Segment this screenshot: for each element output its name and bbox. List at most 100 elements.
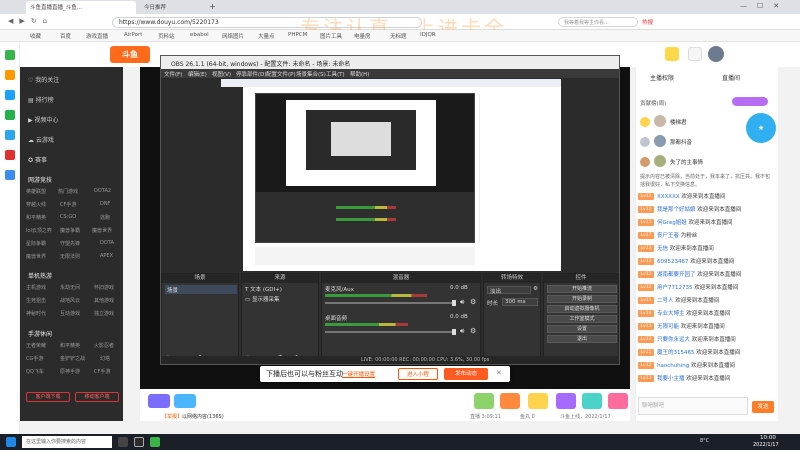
task-icon[interactable] [665, 47, 679, 61]
category-link[interactable]: 逃跑 [100, 214, 110, 221]
bookmark-item[interactable]: 无标题 [390, 32, 407, 40]
top-user-name[interactable]: 那都抖音 [670, 138, 692, 146]
source-item[interactable]: ▭ 显示器采集 [245, 295, 279, 303]
bookmark-item[interactable]: ebabol [190, 32, 209, 38]
chat-username[interactable]: 用户7712735 [657, 285, 693, 291]
enter-mini-program-button[interactable]: 进入小程 [398, 368, 438, 380]
rank-badge[interactable] [732, 97, 768, 106]
browser-icon[interactable] [150, 437, 160, 447]
category-link[interactable]: DOTA2 [94, 188, 111, 194]
volume-slider-knob[interactable] [452, 300, 456, 306]
category-link[interactable]: 其他游戏 [94, 297, 114, 304]
duration-input[interactable]: 300 ms [502, 298, 538, 306]
category-link[interactable]: CG手游 [26, 355, 43, 362]
chat-username[interactable]: 我要小主播 [657, 376, 685, 382]
category-link[interactable]: 永劫无间 [60, 284, 80, 291]
toast-setting-link[interactable]: 一键开播设置 [342, 370, 375, 378]
bookmark-item[interactable]: 收藏 [30, 32, 41, 40]
clock-date[interactable]: 2022/1/17 [753, 442, 779, 448]
category-link[interactable]: 穿越火线 [26, 201, 46, 208]
publish-post-button[interactable]: 发布动态 [444, 368, 488, 380]
source-item[interactable]: T 文本 (GDI+) [245, 285, 282, 293]
volume-slider[interactable] [325, 302, 455, 304]
transition-select[interactable]: 淡出 [487, 286, 531, 295]
bookmark-item[interactable]: AirPort [124, 32, 142, 38]
category-link[interactable]: 和平精英 [26, 214, 46, 221]
volume-slider-knob[interactable] [452, 329, 456, 335]
category-link[interactable]: QQ飞车 [26, 368, 44, 375]
sidebar-item-follow[interactable]: ♡ 我的关注 [28, 75, 59, 84]
category-link[interactable]: 怀旧游戏 [94, 284, 114, 291]
category-link[interactable]: 和平精英 [60, 342, 80, 349]
category-link[interactable]: 火影忍者 [94, 342, 114, 349]
scene-item[interactable]: 场景 [165, 285, 237, 294]
mobile-client-button[interactable]: 移动客户端 [75, 392, 119, 402]
top-user-name[interactable]: 楼梯君 [670, 118, 687, 126]
clock-time[interactable]: 10:00 [760, 435, 776, 441]
star-icon[interactable] [5, 70, 15, 80]
gift-icon[interactable] [556, 393, 576, 409]
history-icon[interactable] [688, 47, 702, 61]
gift-icon[interactable] [528, 393, 548, 409]
exit-button[interactable]: 退出 [547, 335, 617, 343]
weibo-icon[interactable] [5, 150, 15, 160]
app-icon[interactable] [5, 50, 15, 60]
obs-preview-canvas[interactable] [221, 79, 561, 271]
new-tab-button[interactable]: + [205, 1, 215, 14]
hot-search-link[interactable]: 热搜 [642, 18, 653, 26]
category-link[interactable]: APEX [100, 253, 113, 259]
bookmark-item[interactable]: 游戏直播 [86, 32, 108, 40]
category-link[interactable]: 金铲铲之战 [60, 355, 85, 362]
gift-icon[interactable] [582, 393, 602, 409]
volume-slider[interactable] [325, 331, 455, 333]
browser-tab[interactable]: 斗鱼直播直播_斗鱼... [26, 1, 136, 14]
menu-item[interactable]: 场景集合(S) [296, 70, 326, 78]
sidebar-item-events[interactable]: ✪ 赛事 [28, 155, 47, 164]
gift-icon[interactable] [608, 393, 628, 409]
menu-item[interactable]: 工具(T) [326, 70, 345, 78]
bookmark-item[interactable]: 网络图片 [222, 32, 244, 40]
category-link[interactable]: CS:GO [60, 214, 76, 220]
nav-buttons[interactable]: ◀▶↻⌂ [8, 17, 53, 25]
chat-username[interactable]: 609523467 [657, 259, 689, 265]
menu-item[interactable]: 视图(V) [212, 70, 231, 78]
avatar[interactable] [654, 135, 666, 147]
tab-anchor-rights[interactable]: 主播权限 [650, 73, 674, 82]
chat-username[interactable]: 无信 [657, 246, 668, 252]
event-banner-icon[interactable]: ★ [746, 113, 776, 143]
window-controls[interactable]: —☐✕ [740, 2, 789, 10]
gift-icon[interactable] [500, 393, 520, 409]
chat-username[interactable]: 只要你永远大 [657, 337, 690, 343]
category-link[interactable]: 独立游戏 [94, 310, 114, 317]
speaker-icon[interactable]: 🔊︎ [460, 327, 464, 336]
sidebar-item-rank[interactable]: ▤ 排行榜 [28, 95, 54, 104]
category-link[interactable]: 原神手游 [60, 368, 80, 375]
speaker-icon[interactable]: 🔊︎ [460, 298, 464, 307]
sidebar-item-cloud-game[interactable]: ☁ 云游戏 [28, 135, 54, 144]
bookmark-item[interactable]: PHPCM [288, 32, 307, 38]
gift-icon[interactable] [148, 394, 170, 408]
category-link[interactable]: CF手游 [94, 368, 110, 375]
chat-username[interactable]: 何Greg姐姐 [657, 220, 687, 226]
douyu-logo[interactable]: 斗鱼 [110, 46, 150, 63]
gear-icon[interactable]: ⚙ [533, 286, 538, 292]
studio-mode-button[interactable]: 工作室模式 [547, 315, 617, 323]
virtual-camera-button[interactable]: 启动虚拟摄像机 [547, 305, 617, 313]
close-icon[interactable]: ✕ [496, 369, 502, 377]
chat-username[interactable]: 丧尸王者 [657, 233, 679, 239]
start-streaming-button[interactable]: 开始推流 [547, 285, 617, 293]
report-link[interactable]: 【举报】以网络内容(1365) [162, 413, 224, 420]
app-icon[interactable] [5, 170, 15, 180]
bookmark-item[interactable]: 百度 [60, 32, 71, 40]
client-download-button[interactable]: 客户端下载 [26, 392, 70, 402]
category-link[interactable]: 星际争霸 [26, 240, 46, 247]
category-link[interactable]: 生死狙击 [26, 297, 46, 304]
start-recording-button[interactable]: 开始录制 [547, 295, 617, 303]
browser-tab[interactable]: 今日推荐 [140, 1, 200, 14]
app-icon[interactable] [5, 130, 15, 140]
category-link[interactable]: 主机游戏 [26, 284, 46, 291]
gear-icon[interactable]: ⚙ [470, 298, 476, 306]
gear-icon[interactable]: ⚙ [470, 327, 476, 335]
windows-start-icon[interactable] [6, 437, 16, 447]
task-view-icon[interactable] [118, 437, 128, 447]
